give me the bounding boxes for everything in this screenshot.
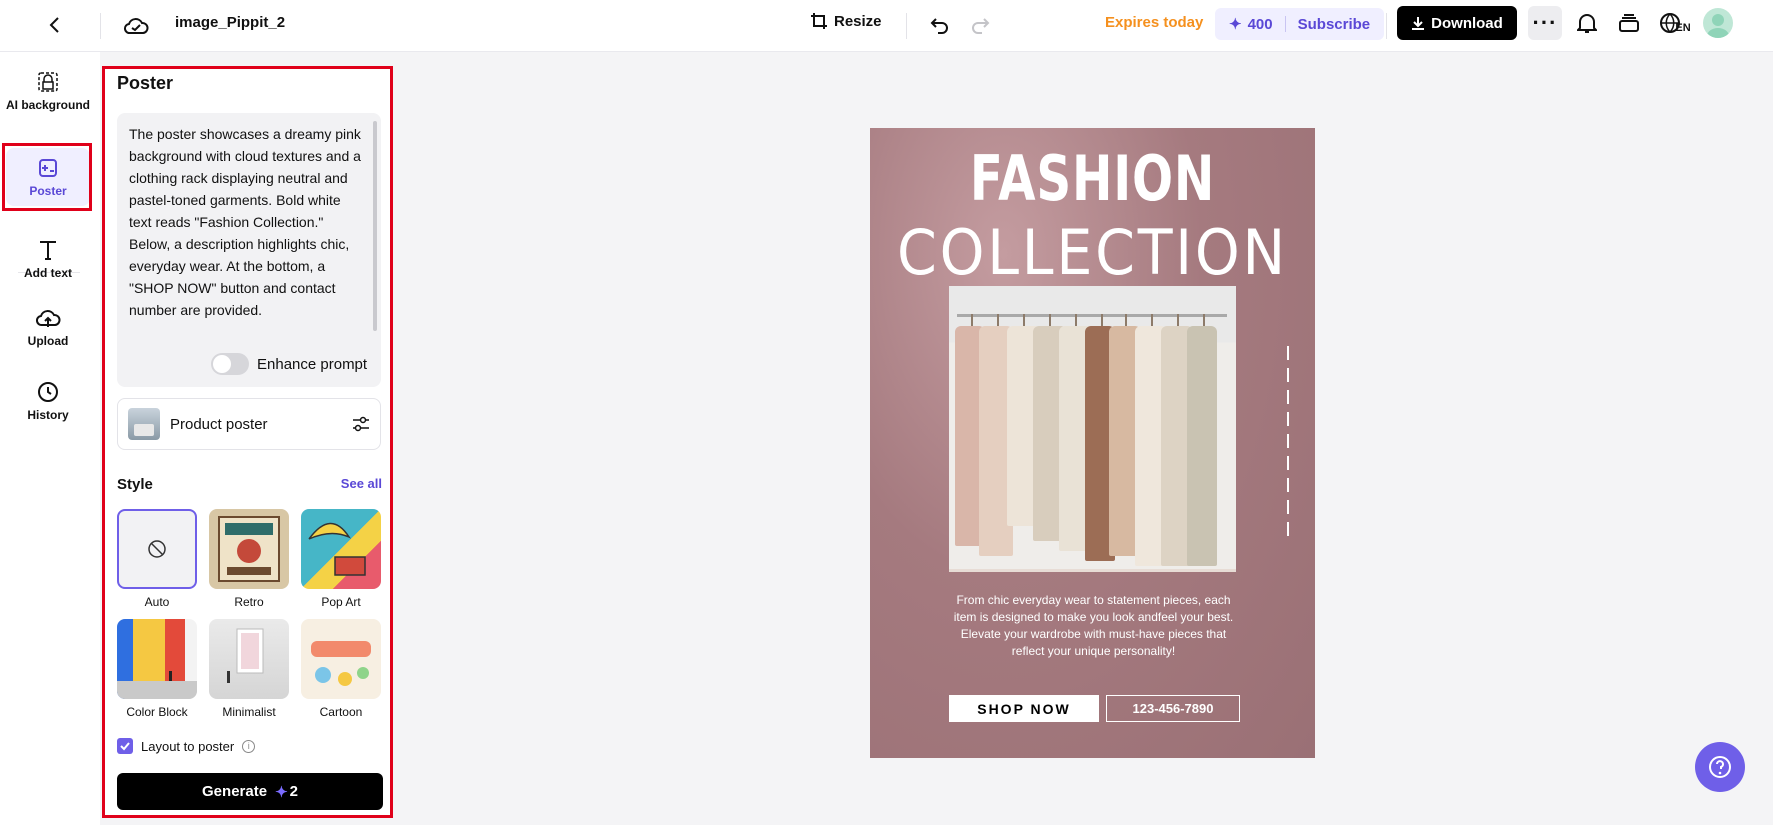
sidebar-item-upload[interactable]: Upload [6, 308, 90, 348]
resize-button[interactable]: Resize [810, 12, 882, 30]
cloud-upload-icon [35, 310, 61, 327]
ellipsis-icon: ··· [1532, 10, 1558, 35]
expires-label: Expires today [1105, 14, 1204, 31]
divider [100, 13, 101, 39]
subscribe-link[interactable]: Subscribe [1298, 16, 1371, 33]
notifications-button[interactable] [1572, 8, 1602, 38]
download-label: Download [1431, 14, 1503, 32]
bell-icon [1577, 14, 1597, 33]
top-bar: image_Pippit_20 Resize Expires today ✦ 4… [0, 0, 1773, 52]
sidebar-item-add-text[interactable]: Add text [6, 238, 90, 280]
user-avatar[interactable] [1703, 8, 1733, 38]
more-options-button[interactable]: ··· [1528, 6, 1562, 40]
credits-pill[interactable]: ✦ 400 Subscribe [1215, 8, 1385, 40]
back-button[interactable] [40, 10, 70, 40]
decorative-dashed-line [1287, 346, 1289, 536]
text-icon [40, 241, 56, 260]
download-icon [1412, 17, 1425, 30]
file-name[interactable]: image_Pippit_20 [175, 14, 285, 31]
highlight-outline [2, 143, 92, 211]
resize-icon [811, 13, 827, 29]
sparkle-icon: ✦ [1229, 16, 1242, 33]
poster-title-line1[interactable]: FASHION [919, 142, 1266, 215]
clock-icon [38, 382, 58, 402]
sidebar-item-label: Upload [27, 334, 69, 348]
help-button[interactable] [1695, 742, 1745, 792]
sidebar-item-label: AI background [6, 98, 91, 112]
resize-label: Resize [834, 12, 882, 30]
redo-button[interactable] [965, 10, 995, 40]
language-code: EN [1675, 22, 1691, 34]
poster-canvas[interactable]: FASHION COLLECTION From chic everyday we… [870, 128, 1315, 758]
chevron-left-icon [49, 17, 59, 33]
divider [906, 13, 907, 39]
cloud-sync-icon[interactable] [120, 10, 152, 42]
ai-background-icon [38, 72, 58, 92]
sidebar-item-history[interactable]: History [6, 380, 90, 422]
poster-description[interactable]: From chic everyday wear to statement pie… [950, 592, 1237, 660]
redo-icon [972, 18, 990, 34]
divider [1386, 13, 1387, 39]
undo-button[interactable] [925, 10, 955, 40]
sidebar-item-ai-background[interactable]: AI background [6, 70, 90, 112]
phone-number[interactable]: 123-456-7890 [1106, 695, 1240, 722]
undo-icon [930, 18, 948, 34]
sidebar-item-label: Add text [24, 266, 72, 280]
language-button[interactable]: EN [1658, 8, 1692, 38]
stack-icon [1619, 14, 1639, 32]
divider [1284, 16, 1286, 32]
question-icon [1709, 756, 1731, 778]
highlight-outline [102, 66, 393, 818]
projects-button[interactable] [1614, 8, 1644, 38]
credit-count: 400 [1247, 15, 1273, 33]
shop-now-button[interactable]: SHOP NOW [949, 695, 1099, 722]
download-button[interactable]: Download [1397, 6, 1517, 40]
clothing-rack-image[interactable] [949, 286, 1236, 572]
person-icon [1707, 14, 1729, 38]
poster-title-line2[interactable]: COLLECTION [888, 216, 1297, 289]
sidebar-item-label: History [27, 408, 69, 422]
